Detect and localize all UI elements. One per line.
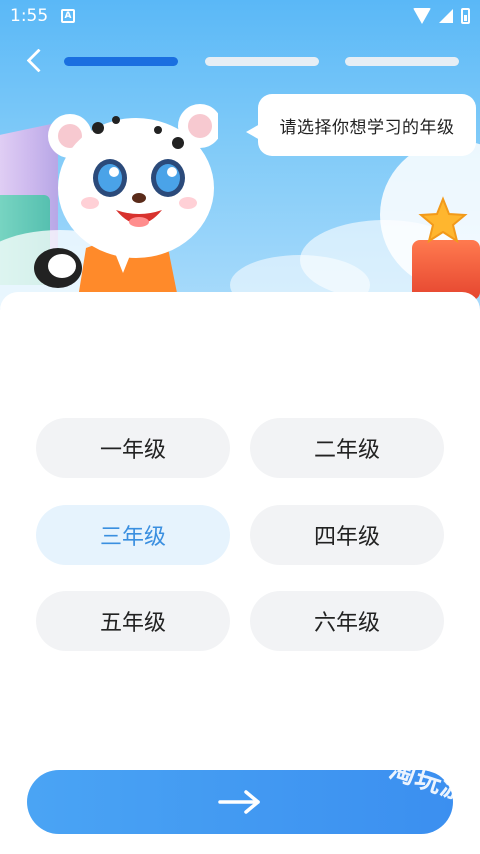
status-icons bbox=[413, 8, 470, 24]
grade-option-5[interactable]: 五年级 bbox=[36, 591, 230, 651]
prompt-text: 请选择你想学习的年级 bbox=[279, 117, 455, 138]
progress-step-2 bbox=[205, 57, 319, 66]
star-icon bbox=[418, 196, 468, 244]
progress-step-3 bbox=[345, 57, 459, 66]
mascot-illustration bbox=[34, 104, 218, 298]
status-time: 1:55 bbox=[10, 6, 49, 26]
grade-option-1[interactable]: 一年级 bbox=[36, 418, 230, 478]
signal-icon bbox=[439, 9, 453, 23]
notification-badge: A bbox=[61, 9, 75, 23]
battery-icon bbox=[461, 8, 470, 24]
status-bar: 1:55 A bbox=[0, 0, 480, 34]
gift-box-decor bbox=[412, 240, 480, 300]
grade-option-4[interactable]: 四年级 bbox=[250, 505, 444, 565]
progress-step-1 bbox=[64, 57, 178, 66]
grade-option-6[interactable]: 六年级 bbox=[250, 591, 444, 651]
wifi-icon bbox=[413, 8, 431, 24]
grade-option-3[interactable]: 三年级 bbox=[36, 505, 230, 565]
right-arrow-icon bbox=[218, 790, 260, 814]
prompt-bubble: 请选择你想学习的年级 bbox=[246, 94, 476, 156]
grade-option-2[interactable]: 二年级 bbox=[250, 418, 444, 478]
back-arrow-icon[interactable] bbox=[22, 48, 48, 74]
